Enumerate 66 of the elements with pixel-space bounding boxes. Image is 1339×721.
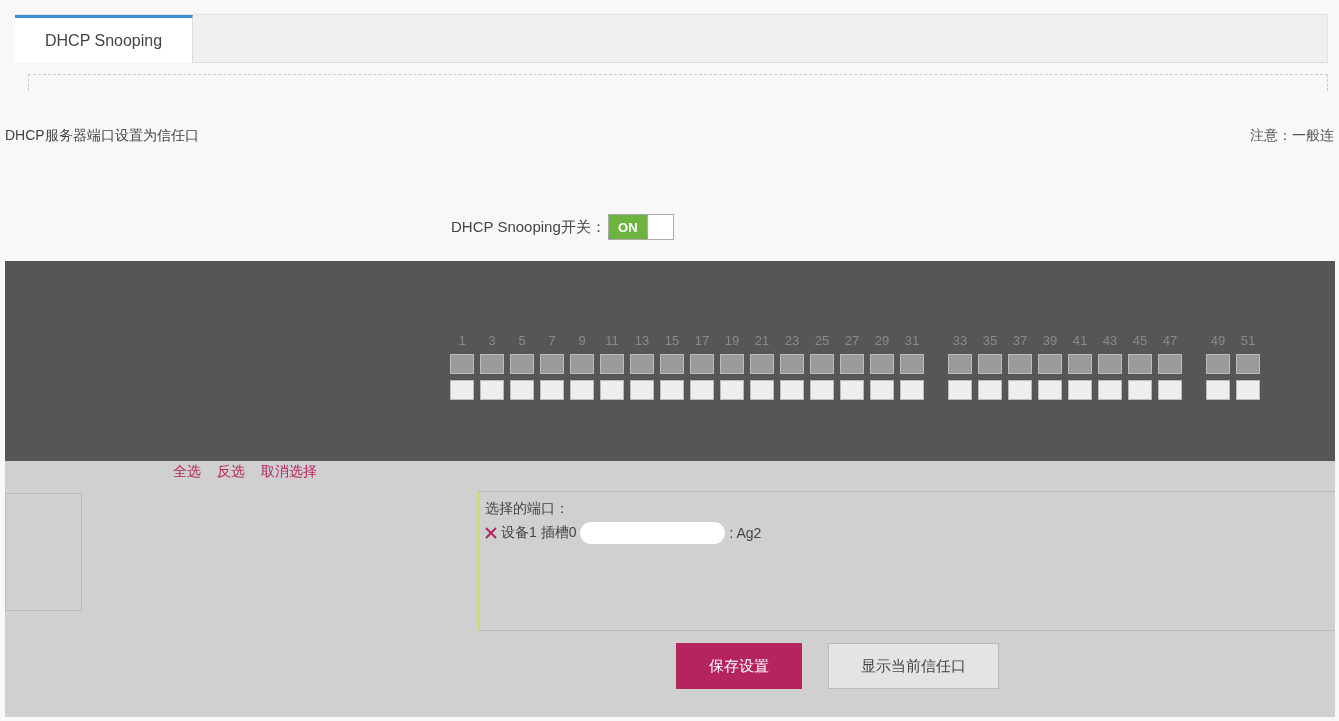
port-icon[interactable] [1008,354,1032,374]
port-device-text: 设备1 插槽0 [501,524,577,542]
port-icon[interactable] [900,380,924,400]
port-icon[interactable] [840,380,864,400]
port-icon[interactable] [780,354,804,374]
port-icon[interactable] [480,354,504,374]
tab[interactable]: DHCP Snooping [15,15,194,63]
port-icon[interactable] [750,354,774,374]
port-icon[interactable] [570,354,594,374]
port-icon[interactable] [1236,354,1260,374]
port-icon[interactable] [1158,380,1182,400]
port-icon[interactable] [978,380,1002,400]
port-icon[interactable] [480,380,504,400]
select-link[interactable]: 全选 [173,463,201,491]
port-icon[interactable] [660,354,684,374]
port-icon[interactable] [1206,354,1230,374]
port-icon[interactable] [810,380,834,400]
port-icon[interactable] [1038,354,1062,374]
port-icon[interactable] [1098,354,1122,374]
remove-icon[interactable] [485,527,497,539]
port-icon[interactable] [750,380,774,400]
show-button[interactable]: 显示当前信任口 [828,643,999,689]
note-text: 注意：一般连 [1250,127,1334,145]
port-icon[interactable] [510,380,534,400]
port-icon[interactable] [870,380,894,400]
port-icon[interactable] [450,380,474,400]
port-icon[interactable] [1236,380,1260,400]
switch-label: DHCP Snooping开关： [451,217,606,237]
port-icon[interactable] [1128,354,1152,374]
notice-text: DHCP服务器端口设置为信任口 [5,127,199,145]
port-icon[interactable] [570,380,594,400]
port-icon[interactable] [870,354,894,374]
port-icon[interactable] [780,380,804,400]
port-name-text: : Ag2 [729,525,762,541]
port-icon[interactable] [600,380,624,400]
port-icon[interactable] [1068,354,1092,374]
port-icon[interactable] [690,354,714,374]
port-icon[interactable] [840,354,864,374]
port-icon[interactable] [690,380,714,400]
port-icon[interactable] [1158,354,1182,374]
port-icon[interactable] [978,354,1002,374]
port-icon[interactable] [1068,380,1092,400]
port-icon[interactable] [1038,380,1062,400]
port-icon[interactable] [510,354,534,374]
port-icon[interactable] [1008,380,1032,400]
save-button[interactable]: 保存设置 [676,643,802,689]
select-link[interactable]: 取消选择 [261,463,317,491]
toggle-switch[interactable]: ON [607,214,674,240]
port-icon[interactable] [450,354,474,374]
port-icon[interactable] [1128,380,1152,400]
port-icon[interactable] [900,354,924,374]
select-link[interactable]: 反选 [217,463,245,491]
selected-ports-title: 选择的端口： [485,500,570,518]
port-icon[interactable] [540,380,564,400]
port-icon[interactable] [600,354,624,374]
port-icon[interactable] [948,380,972,400]
port-icon[interactable] [720,354,744,374]
port-icon[interactable] [630,380,654,400]
port-icon[interactable] [540,354,564,374]
port-icon[interactable] [810,354,834,374]
port-icon[interactable] [1098,380,1122,400]
port-icon[interactable] [660,380,684,400]
port-icon[interactable] [630,354,654,374]
port-icon[interactable] [1206,380,1230,400]
port-icon[interactable] [948,354,972,374]
port-icon[interactable] [720,380,744,400]
